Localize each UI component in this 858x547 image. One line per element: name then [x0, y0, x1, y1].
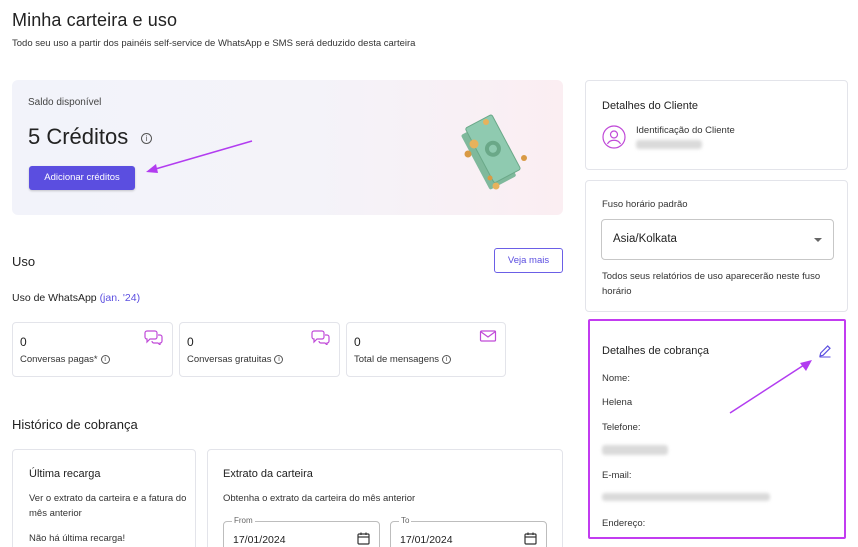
user-avatar-icon — [602, 125, 626, 149]
chevron-down-icon — [814, 238, 822, 242]
balance-label: Saldo disponível — [28, 97, 102, 108]
client-details-title: Detalhes do Cliente — [602, 100, 699, 112]
whatsapp-usage-text: Uso de WhatsApp — [12, 292, 97, 304]
balance-card: Saldo disponível 5 Créditos i Adicionar … — [12, 80, 563, 215]
from-date-label: From — [232, 516, 255, 525]
stat-value: 0 — [187, 335, 194, 349]
page-subtitle: Todo seu uso a partir dos painéis self-s… — [12, 38, 416, 49]
edit-pencil-icon[interactable] — [818, 344, 832, 358]
info-icon[interactable]: i — [274, 355, 284, 364]
calendar-icon[interactable] — [524, 532, 537, 545]
last-recharge-empty: Não há última recarga! — [29, 533, 126, 544]
client-id-value-redacted — [636, 140, 702, 149]
billing-details-title: Detalhes de cobrança — [602, 345, 710, 357]
stat-card-free: 0 Conversas gratuitas i — [179, 322, 340, 377]
last-recharge-text: Ver o extrato da carteira e a fatura do … — [29, 493, 187, 519]
name-label: Nome: — [602, 373, 630, 384]
stat-value: 0 — [354, 335, 361, 349]
timezone-value: Asia/Kolkata — [613, 233, 677, 245]
last-recharge-card: Última recarga Ver o extrato da carteira… — [12, 449, 196, 547]
to-date-field[interactable]: To 17/01/2024 — [390, 516, 547, 547]
email-label: E-mail: — [602, 470, 632, 481]
name-value: Helena — [602, 397, 633, 408]
timezone-select[interactable]: Asia/Kolkata — [601, 219, 834, 260]
statement-title: Extrato da carteira — [223, 468, 313, 480]
email-value-redacted — [602, 493, 770, 501]
from-date-field[interactable]: From 17/01/2024 — [223, 516, 380, 547]
stat-card-total: 0 Total de mensagens i — [346, 322, 506, 377]
timezone-title: Fuso horário padrão — [602, 199, 688, 210]
from-date-value: 17/01/2024 — [233, 534, 286, 546]
info-icon[interactable]: i — [100, 355, 110, 364]
to-date-label: To — [399, 516, 412, 525]
add-credits-button[interactable]: Adicionar créditos — [29, 166, 135, 190]
envelope-icon — [479, 330, 497, 342]
info-icon[interactable]: i — [442, 355, 452, 364]
page-title: Minha carteira e uso — [12, 10, 178, 30]
balance-value: 5 Créditos — [28, 124, 129, 149]
chat-bubbles-icon — [144, 330, 163, 345]
stat-card-paid: 0 Conversas pagas* i — [12, 322, 173, 377]
whatsapp-usage-label: Uso de WhatsApp (jan. '24) — [12, 292, 140, 304]
phone-value-redacted — [602, 445, 668, 455]
address-label: Endereço: — [602, 518, 646, 529]
usage-period: (jan. '24) — [99, 292, 141, 304]
statement-text: Obtenha o extrato da carteira do mês ant… — [223, 493, 416, 504]
last-recharge-title: Última recarga — [29, 468, 101, 480]
usage-title: Uso — [12, 254, 36, 269]
info-icon[interactable]: i — [141, 133, 152, 144]
money-illustration-icon — [461, 114, 527, 190]
stat-label: Total de mensagens i — [354, 354, 452, 365]
timezone-card: Fuso horário padrão Asia/Kolkata Todos s… — [585, 180, 848, 312]
chat-bubbles-icon — [311, 330, 330, 345]
billing-history-title: Histórico de cobrança — [12, 417, 138, 432]
timezone-note: Todos seus relatórios de uso aparecerão … — [602, 271, 821, 297]
stat-value: 0 — [20, 335, 27, 349]
calendar-icon[interactable] — [357, 532, 370, 545]
client-details-card: Detalhes do Cliente Identificação do Cli… — [585, 80, 848, 170]
phone-label: Telefone: — [602, 422, 641, 433]
stat-label: Conversas gratuitas i — [187, 354, 284, 365]
stat-label: Conversas pagas* i — [20, 354, 110, 365]
client-id-label: Identificação do Cliente — [636, 125, 735, 136]
see-more-button[interactable]: Veja mais — [494, 248, 563, 273]
billing-details-card: Detalhes de cobrança Nome: Helena Telefo… — [588, 319, 846, 539]
to-date-value: 17/01/2024 — [400, 534, 453, 546]
